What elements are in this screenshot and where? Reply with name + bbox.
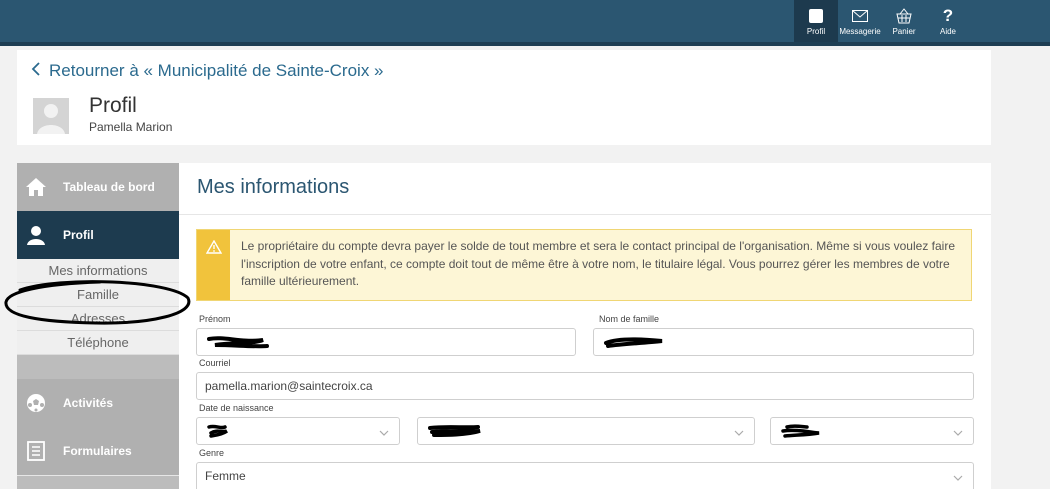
chevron-left-icon xyxy=(31,61,41,81)
profile-title: Profil xyxy=(89,94,137,117)
last-name-field[interactable] xyxy=(593,328,974,356)
email-value: pamella.marion@saintecroix.ca xyxy=(205,379,373,393)
redaction-mark xyxy=(207,424,228,438)
warning-alert: Le propriétaire du compte devra payer le… xyxy=(196,229,972,301)
page-title: Mes informations xyxy=(197,176,350,198)
sidebar: Tableau de bord Profil Mes informations … xyxy=(17,163,179,489)
nav-profil-label: Profil xyxy=(806,27,826,36)
profile-name: Pamella Marion xyxy=(89,120,173,134)
redaction-mark xyxy=(604,337,663,348)
sidebar-item-activites[interactable]: Activités xyxy=(17,379,179,428)
sub-item-mes-informations[interactable]: Mes informations xyxy=(17,259,179,283)
divider xyxy=(179,214,991,215)
email-label: Courriel xyxy=(199,358,231,368)
gender-select[interactable]: Femme xyxy=(196,462,974,489)
sub-item-adresses[interactable]: Adresses xyxy=(17,307,179,331)
top-nav: Profil Messagerie Panier ? Aide xyxy=(794,0,970,42)
sub-item-telephone[interactable]: Téléphone xyxy=(17,331,179,355)
nav-panier[interactable]: Panier xyxy=(882,0,926,42)
nav-panier-label: Panier xyxy=(892,27,916,36)
warning-icon xyxy=(205,239,222,259)
profile-sub-menu: Mes informations Famille Adresses Téléph… xyxy=(17,259,179,355)
nav-aide[interactable]: ? Aide xyxy=(926,0,970,42)
chevron-down-icon xyxy=(734,426,744,440)
birth-day-select[interactable] xyxy=(196,417,400,445)
sidebar-item-tableau-de-bord[interactable]: Tableau de bord xyxy=(17,163,179,212)
nav-profil[interactable]: Profil xyxy=(794,0,838,42)
profile-header-panel: Retourner à « Municipalité de Sainte-Cro… xyxy=(17,50,991,145)
sidebar-item-label: Formulaires xyxy=(63,444,132,458)
chevron-down-icon xyxy=(953,471,963,485)
warning-bar xyxy=(197,230,230,300)
sub-item-famille[interactable]: Famille xyxy=(17,283,179,307)
top-bar: Profil Messagerie Panier ? Aide xyxy=(0,0,1050,46)
nav-aide-label: Aide xyxy=(939,27,956,36)
profile-icon xyxy=(808,6,824,26)
soccer-ball-icon xyxy=(25,393,47,413)
form-icon xyxy=(25,441,47,461)
sidebar-item-label: Profil xyxy=(63,228,94,242)
birth-date-label: Date de naissance xyxy=(199,403,274,413)
chevron-down-icon xyxy=(379,426,389,440)
redaction-mark xyxy=(781,424,820,438)
gender-value: Femme xyxy=(205,469,246,483)
main-panel: Mes informations Le propriétaire du comp… xyxy=(179,163,991,489)
first-name-label: Prénom xyxy=(199,314,231,324)
birth-year-select[interactable] xyxy=(770,417,974,445)
sidebar-item-label: Tableau de bord xyxy=(63,180,155,194)
back-link-label: Retourner à « Municipalité de Sainte-Cro… xyxy=(49,61,384,80)
redaction-mark xyxy=(207,336,269,349)
sidebar-item-formulaires[interactable]: Formulaires xyxy=(17,427,179,476)
redaction-mark xyxy=(428,425,481,437)
email-field[interactable]: pamella.marion@saintecroix.ca xyxy=(196,372,974,400)
home-icon xyxy=(25,177,47,197)
birth-month-select[interactable] xyxy=(417,417,755,445)
first-name-field[interactable] xyxy=(196,328,576,356)
nav-messagerie-label: Messagerie xyxy=(839,27,881,36)
gender-label: Genre xyxy=(199,448,225,458)
sidebar-item-profil[interactable]: Profil xyxy=(17,211,179,259)
back-link[interactable]: Retourner à « Municipalité de Sainte-Cro… xyxy=(31,61,384,81)
avatar xyxy=(33,98,69,134)
sidebar-item-label: Activités xyxy=(63,396,114,410)
last-name-label: Nom de famille xyxy=(599,314,660,324)
mail-icon xyxy=(852,6,868,26)
nav-messagerie[interactable]: Messagerie xyxy=(838,0,882,42)
user-icon xyxy=(25,225,47,245)
alert-text: Le propriétaire du compte devra payer le… xyxy=(241,239,955,288)
help-icon: ? xyxy=(942,6,954,25)
basket-icon xyxy=(895,6,913,26)
chevron-down-icon xyxy=(953,426,963,440)
